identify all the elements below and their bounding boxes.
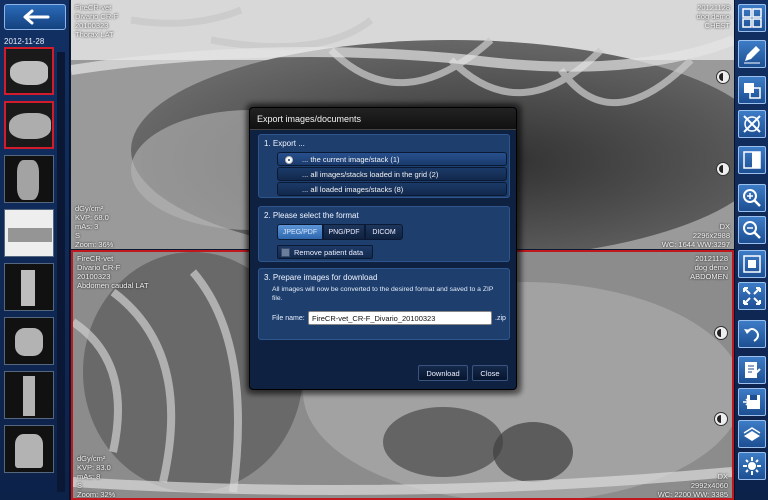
- thorax-window-info: DX 2296x2988 WC: 1644 WW:3297: [661, 222, 730, 249]
- thumbnail-spine[interactable]: [4, 209, 54, 257]
- right-toolbar: [734, 0, 768, 500]
- thorax-study-info: 20121128 dog demo CHEST: [696, 3, 730, 30]
- prepare-download-section: 3. Prepare images for download All image…: [258, 268, 510, 340]
- zoom-in-button[interactable]: [738, 184, 766, 212]
- option-current-image-label: ... the current image/stack (1): [302, 154, 400, 164]
- print-button[interactable]: [738, 420, 766, 448]
- grid-layout-icon: [742, 8, 762, 28]
- option-current-image[interactable]: ... the current image/stack (1): [277, 152, 507, 166]
- thumbnail-pelvis[interactable]: [4, 155, 54, 203]
- option-all-loaded-label: ... all loaded images/stacks (8): [302, 184, 404, 194]
- report-icon: [745, 362, 761, 378]
- pen-annotate-icon: [744, 46, 760, 64]
- dialog-title: Export images/documents: [250, 108, 516, 130]
- thumbnail-thorax[interactable]: [4, 47, 54, 95]
- expand-button[interactable]: [738, 282, 766, 310]
- radio-selected-icon: [285, 156, 293, 164]
- settings-icon: [743, 457, 761, 475]
- thorax-contrast-button[interactable]: [716, 70, 730, 84]
- checkbox-icon: [281, 248, 290, 257]
- annotate-button[interactable]: [738, 40, 766, 68]
- thorax-patient-info: FireCR-vet Divario CR-F 20100323 Thorax …: [75, 3, 119, 39]
- option-grid-images[interactable]: ... all images/stacks loaded in the grid…: [277, 167, 507, 181]
- print-icon: [743, 427, 761, 441]
- abdomen-invert-button[interactable]: [714, 412, 728, 426]
- thorax-exposure-info: dGy/cm² KVP: 68.0 mAs: 3 S Zoom: 36%: [75, 204, 114, 249]
- export-dialog: Export images/documents 1. Export ... ..…: [249, 107, 517, 390]
- invert-button[interactable]: [738, 146, 766, 174]
- thumbnail-paw[interactable]: [4, 371, 54, 419]
- thorax-invert-button[interactable]: [716, 162, 730, 176]
- abdomen-exposure-info: dGy/cm² KVP: 83.0 mAs: 8 S Zoom: 32%: [77, 454, 116, 499]
- save-export-icon: [743, 395, 760, 409]
- fit-screen-icon: [743, 255, 761, 273]
- zoom-out-icon: [743, 221, 761, 239]
- settings-button[interactable]: [738, 452, 766, 480]
- save-export-button[interactable]: [738, 388, 766, 416]
- expand-icon: [743, 287, 761, 305]
- format-jpeg-pdf[interactable]: JPEG/PDF: [277, 224, 323, 240]
- thumbnail-sidebar: 2012-11-28: [0, 0, 70, 500]
- rotate-flip-button[interactable]: [738, 110, 766, 138]
- format-png-pdf[interactable]: PNG/PDF: [323, 224, 365, 240]
- abdomen-window-info: DX 2992x4060 WC: 2200 WW: 3385: [657, 472, 728, 499]
- thumbnail-abdomen[interactable]: [4, 101, 54, 149]
- compare-icon: [744, 83, 761, 99]
- thumbnail-femur[interactable]: [4, 263, 54, 311]
- option-grid-images-label: ... all images/stacks loaded in the grid…: [302, 169, 439, 179]
- download-button[interactable]: Download: [418, 365, 468, 381]
- close-button[interactable]: Close: [472, 365, 508, 381]
- sidebar-scrollbar[interactable]: [57, 52, 65, 492]
- back-arrow-icon: [23, 9, 50, 25]
- file-name-label: File name:: [272, 315, 305, 322]
- abdomen-study-info: 20121128 dog demo ABDOMEN: [690, 254, 728, 281]
- file-name-input[interactable]: [308, 311, 492, 325]
- grid-layout-button[interactable]: [738, 4, 766, 32]
- fit-screen-button[interactable]: [738, 250, 766, 278]
- invert-icon: [743, 151, 761, 169]
- compare-button[interactable]: [738, 76, 766, 104]
- remove-patient-data-checkbox[interactable]: Remove patient data: [277, 245, 373, 259]
- format-section: 2. Please select the format JPEG/PDF PNG…: [258, 206, 510, 262]
- format-dicom[interactable]: DICOM: [365, 224, 403, 240]
- zip-extension: .zip: [495, 315, 506, 322]
- report-button[interactable]: [738, 356, 766, 384]
- option-all-loaded[interactable]: ... all loaded images/stacks (8): [277, 182, 507, 196]
- abdomen-patient-info: FireCR-vet Divario CR-F 20100323 Abdomen…: [77, 254, 149, 290]
- study-date: 2012-11-28: [4, 37, 45, 46]
- rotate-flip-icon: [743, 115, 761, 133]
- prepare-note: All images will now be converted to the …: [272, 286, 494, 302]
- zoom-in-icon: [743, 189, 761, 207]
- back-button[interactable]: [4, 4, 66, 30]
- thumbnail-hand[interactable]: [4, 425, 54, 473]
- export-scope-section: 1. Export ... ... the current image/stac…: [258, 134, 510, 198]
- undo-icon: [744, 328, 759, 342]
- zoom-out-button[interactable]: [738, 216, 766, 244]
- export-scope-title: 1. Export ...: [264, 139, 305, 148]
- format-section-title: 2. Please select the format: [264, 211, 359, 220]
- undo-button[interactable]: [738, 320, 766, 348]
- prepare-section-title: 3. Prepare images for download: [264, 273, 378, 282]
- thumbnail-knee[interactable]: [4, 317, 54, 365]
- remove-patient-data-label: Remove patient data: [294, 247, 364, 257]
- abdomen-contrast-button[interactable]: [714, 326, 728, 340]
